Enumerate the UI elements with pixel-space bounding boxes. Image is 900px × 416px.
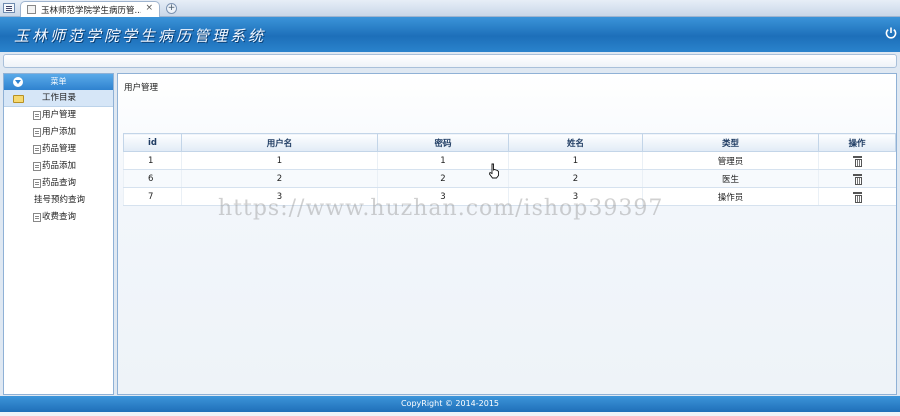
- close-tab-icon[interactable]: ×: [145, 3, 153, 13]
- column-header-username[interactable]: 用户名: [181, 133, 378, 152]
- new-tab-button[interactable]: +: [166, 3, 177, 14]
- menu-header-label: 菜单: [50, 77, 67, 86]
- doc-icon: [33, 179, 41, 188]
- doc-icon: [33, 213, 41, 222]
- cell-name: 2: [508, 169, 643, 188]
- cell-password: 3: [377, 187, 509, 206]
- cell-username: 3: [181, 187, 378, 206]
- toolbar-strip: [3, 54, 897, 68]
- sidebar-item-user-add[interactable]: 用户添加: [4, 124, 113, 141]
- collapse-menu-icon[interactable]: [13, 77, 23, 87]
- cell-type: 医生: [642, 169, 819, 188]
- doc-icon: [33, 162, 41, 171]
- app-header: 玉林师范学院学生病历管理系统: [0, 17, 900, 52]
- sidebar-item-label: 药品查询: [42, 178, 77, 188]
- app-title: 玉林师范学院学生病历管理系统: [14, 27, 267, 45]
- table-row[interactable]: 1 1 1 1 管理员: [123, 151, 896, 170]
- browser-tab-strip: 玉林师范学院学生病历管... × +: [0, 0, 900, 17]
- trash-icon[interactable]: [852, 173, 862, 185]
- sidebar: 菜单 工作目录 用户管理 用户添加 药品管理 药品添加 药品查询 挂号预约查询 …: [3, 73, 114, 395]
- user-table: id 用户名 密码 姓名 类型 操作 1 1 1 1 管理员 6 2 2 2 医…: [123, 133, 896, 206]
- cell-name: 3: [508, 187, 643, 206]
- sidebar-item-label: 收费查询: [42, 212, 77, 222]
- cell-id: 7: [123, 187, 182, 206]
- hand-cursor-icon: [488, 163, 499, 179]
- column-header-id[interactable]: id: [123, 133, 182, 152]
- cell-username: 1: [181, 151, 378, 170]
- column-header-name[interactable]: 姓名: [508, 133, 643, 152]
- sidebar-item-label: 用户管理: [42, 110, 77, 120]
- cell-name: 1: [508, 151, 643, 170]
- status-bar: [0, 412, 900, 416]
- doc-icon: [33, 111, 41, 120]
- column-header-type[interactable]: 类型: [642, 133, 819, 152]
- cell-action: [818, 187, 896, 206]
- table-header-row: id 用户名 密码 姓名 类型 操作: [123, 133, 896, 152]
- sidebar-folder-work[interactable]: 工作目录: [4, 90, 113, 107]
- table-row[interactable]: 6 2 2 2 医生: [123, 169, 896, 188]
- cell-username: 2: [181, 169, 378, 188]
- browser-tab[interactable]: 玉林师范学院学生病历管... ×: [20, 1, 160, 17]
- sidebar-item-user-management[interactable]: 用户管理: [4, 107, 113, 124]
- sidebar-item-drug-query[interactable]: 药品查询: [4, 175, 113, 192]
- copyright-text: CopyRight © 2014-2015: [400, 399, 500, 408]
- cell-action: [818, 151, 896, 170]
- page-favicon-icon: [27, 5, 36, 14]
- sidebar-item-drug-add[interactable]: 药品添加: [4, 158, 113, 175]
- sidebar-item-label: 挂号预约查询: [34, 195, 86, 205]
- cell-type: 管理员: [642, 151, 819, 170]
- main-panel: 用户管理 id 用户名 密码 姓名 类型 操作 1 1 1 1 管理员 6 2 …: [117, 73, 897, 395]
- folder-icon: [13, 95, 24, 103]
- sidebar-item-label: 药品管理: [42, 144, 77, 154]
- column-header-action: 操作: [818, 133, 896, 152]
- column-header-password[interactable]: 密码: [377, 133, 509, 152]
- sidebar-item-label: 药品添加: [42, 161, 77, 171]
- sidebar-item-label: 用户添加: [42, 127, 77, 137]
- browser-tab-title: 玉林师范学院学生病历管...: [41, 6, 141, 16]
- menu-header[interactable]: 菜单: [4, 74, 113, 90]
- cell-type: 操作员: [642, 187, 819, 206]
- power-icon[interactable]: [884, 26, 898, 40]
- table-row[interactable]: 7 3 3 3 操作员: [123, 187, 896, 206]
- breadcrumb: 用户管理: [124, 83, 159, 93]
- trash-icon[interactable]: [852, 191, 862, 203]
- tab-list-menu-icon[interactable]: [3, 3, 15, 13]
- doc-icon: [33, 145, 41, 154]
- sidebar-item-fee-query[interactable]: 收费查询: [4, 209, 113, 226]
- cell-action: [818, 169, 896, 188]
- footer: CopyRight © 2014-2015: [0, 396, 900, 412]
- cell-id: 1: [123, 151, 182, 170]
- trash-icon[interactable]: [852, 155, 862, 167]
- doc-icon: [33, 128, 41, 137]
- sidebar-item-drug-management[interactable]: 药品管理: [4, 141, 113, 158]
- cell-id: 6: [123, 169, 182, 188]
- sidebar-folder-label: 工作目录: [42, 93, 77, 103]
- sidebar-item-registration-query[interactable]: 挂号预约查询: [4, 192, 113, 209]
